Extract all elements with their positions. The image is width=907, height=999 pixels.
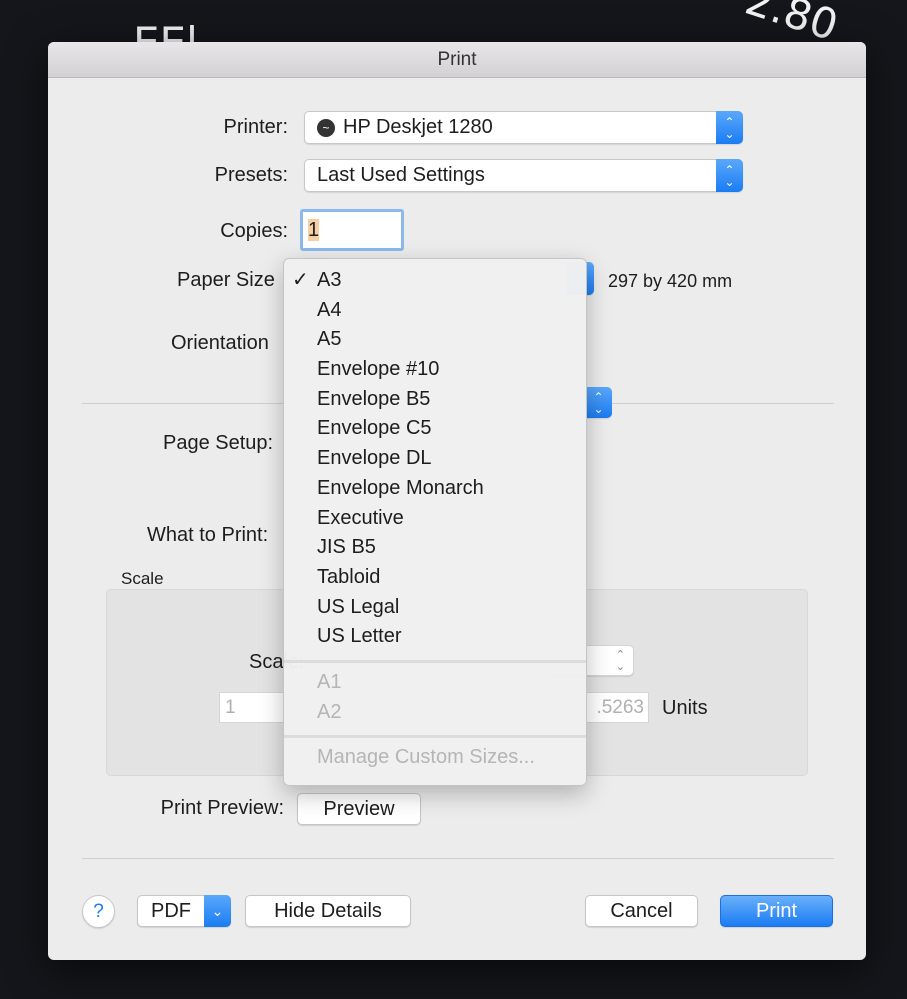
- menu-item-envelope-c5[interactable]: Envelope C5: [284, 414, 586, 444]
- printer-status-icon: ~: [317, 118, 335, 137]
- paper-size-label: Paper Size: [177, 269, 275, 291]
- cancel-button[interactable]: Cancel: [585, 895, 698, 927]
- divider-bottom: [82, 858, 834, 859]
- print-preview-label: Print Preview:: [160, 797, 284, 819]
- printer-value: HP Deskjet 1280: [343, 116, 493, 138]
- pdf-dropdown-icon[interactable]: ⌄: [204, 895, 231, 927]
- copies-label: Copies:: [220, 220, 288, 242]
- pdf-button[interactable]: PDF ⌄: [137, 895, 231, 927]
- print-button[interactable]: Print: [720, 895, 833, 927]
- menu-item-a5[interactable]: A5: [284, 325, 586, 355]
- printer-stepper-icon: ⌃ ⌄: [716, 111, 743, 144]
- menu-item-tabloid[interactable]: Tabloid: [284, 563, 586, 593]
- printer-label: Printer:: [223, 116, 288, 138]
- scale-stepper-icon: ⌃ ⌄: [615, 649, 625, 673]
- help-button[interactable]: ?: [82, 895, 115, 928]
- menu-item-envelope-dl[interactable]: Envelope DL: [284, 444, 586, 474]
- presets-stepper-icon: ⌃ ⌄: [716, 159, 743, 192]
- what-to-print-label: What to Print:: [147, 524, 269, 546]
- menu-item-manage-custom-sizes: Manage Custom Sizes...: [317, 746, 535, 769]
- preview-button[interactable]: Preview: [297, 793, 421, 825]
- menu-item-a3[interactable]: ✓ A3: [284, 266, 586, 296]
- copies-input[interactable]: 1: [300, 209, 404, 251]
- menu-separator: [284, 735, 586, 739]
- orientation-label: Orientation: [171, 332, 269, 354]
- app-options-stepper-icon: ⌃ ⌄: [585, 387, 612, 418]
- units-label: Units: [662, 697, 708, 719]
- menu-item-envelope-b5[interactable]: Envelope B5: [284, 385, 586, 415]
- checkmark-icon: ✓: [292, 269, 309, 291]
- dialog-title: Print: [48, 42, 866, 78]
- menu-item-a4[interactable]: A4: [284, 296, 586, 326]
- printer-select[interactable]: ~ HP Deskjet 1280 ⌃ ⌄: [304, 111, 743, 144]
- page-setup-label: Page Setup:: [163, 432, 274, 454]
- menu-item-executive[interactable]: Executive: [284, 504, 586, 534]
- menu-item-us-letter[interactable]: US Letter: [284, 622, 586, 652]
- menu-item-jis-b5[interactable]: JIS B5: [284, 533, 586, 563]
- scale-section-label: Scale: [121, 569, 164, 588]
- paper-size-menu: ✓ A3 A4 A5 Envelope #10 Envelope B5 Envel…: [283, 258, 587, 786]
- menu-item-us-legal[interactable]: US Legal: [284, 593, 586, 623]
- menu-separator: [284, 659, 586, 663]
- hide-details-button[interactable]: Hide Details: [245, 895, 411, 927]
- menu-item-envelope-monarch[interactable]: Envelope Monarch: [284, 474, 586, 504]
- menu-item-envelope-10[interactable]: Envelope #10: [284, 355, 586, 385]
- presets-select[interactable]: Last Used Settings ⌃ ⌄: [304, 159, 743, 192]
- presets-label: Presets:: [214, 164, 288, 186]
- menu-item-a2: A2: [317, 700, 342, 723]
- paper-size-dimensions: 297 by 420 mm: [608, 271, 733, 291]
- menu-item-a1: A1: [317, 670, 342, 693]
- presets-value: Last Used Settings: [317, 164, 485, 186]
